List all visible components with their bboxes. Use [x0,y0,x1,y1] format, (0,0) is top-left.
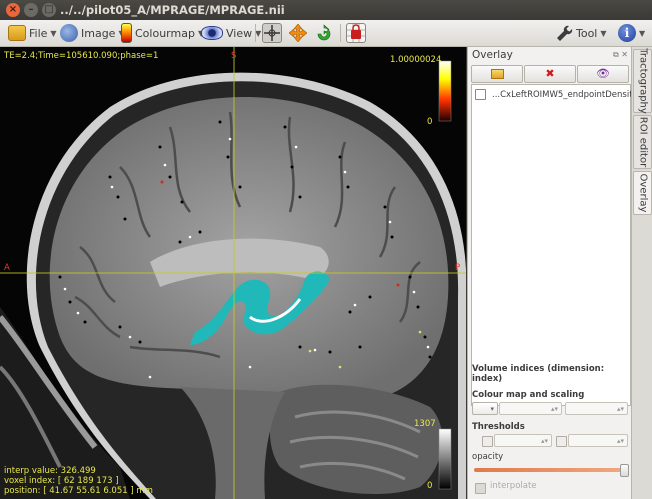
brain-icon [60,24,78,42]
voxel-index-readout: voxel index: [ 62 189 173 ] [4,476,119,486]
chevron-down-icon: ▼ [639,28,646,38]
orientation-right-label: P [455,263,461,273]
info-icon: i [618,24,636,42]
acquisition-info: TE=2.4;Time=105610.090;phase=1 [4,51,159,61]
toggle-overlay-visibility-button[interactable]: 👁 [577,65,629,83]
overlay-colorbar [438,60,452,122]
colorbar-top-min: 0 [427,117,433,127]
overlay-filename: ...CxLeftROIMW5_endpointDensity.mif [492,89,652,100]
side-tab-bar: Tractography ROI editor Overlay [631,47,652,499]
file-menu-button[interactable]: File ▼ [8,22,57,44]
upper-threshold-checkbox[interactable] [556,436,567,447]
minimize-window-button[interactable]: – [24,3,38,17]
image-viewport[interactable]: TE=2.4;Time=105610.090;phase=1 S A P 1.0… [0,47,466,499]
colour-map-label: Colour map and scaling [472,390,585,400]
main-toolbar: File ▼ Image ▼ Colourmap ▼ View ▼ [0,20,652,47]
crosshair-tool-button[interactable] [262,22,282,44]
rotate-tool-button[interactable] [315,22,333,44]
position-readout: position: [ 41.67 55.61 6.051 ] mm [4,486,153,496]
open-overlay-button[interactable] [471,65,523,83]
orientation-left-label: A [4,263,10,273]
opacity-slider[interactable] [474,464,629,477]
colorbar-bottom-max: 1307 [414,419,436,429]
overlay-list-item[interactable]: ...CxLeftROIMW5_endpointDensity.mif [475,89,652,100]
orientation-top-label: S [231,51,237,61]
pan-tool-button[interactable] [288,22,308,44]
move-arrows-icon [288,23,308,43]
crosshair-icon [262,23,282,43]
opacity-slider-handle[interactable] [620,464,629,477]
snap-to-image-button[interactable] [346,22,366,44]
colorbar-top-max: 1.00000024 [390,55,442,65]
scaling-max-input[interactable]: ▴▾ [565,402,628,415]
close-window-button[interactable]: × [6,3,20,17]
thresholds-label: Thresholds [472,422,525,432]
grid-lock-icon [346,23,366,43]
tab-roi-editor[interactable]: ROI editor [633,115,652,169]
lower-threshold-checkbox[interactable] [482,436,493,447]
view-menu-button[interactable]: View ▼ [201,22,261,44]
opacity-label: opacity [472,452,504,462]
red-x-icon: ✖ [545,67,555,80]
colourmap-icon [121,23,132,43]
overlay-list[interactable]: ...CxLeftROIMW5_endpointDensity.mif [471,84,652,406]
tab-tractography[interactable]: Tractography [633,48,652,114]
chevron-down-icon: ▼ [255,28,262,38]
eye-icon: 👁 [596,67,610,80]
rotate-icon [315,24,333,42]
chevron-down-icon: ▼ [600,28,607,38]
panel-title: Overlay [472,49,513,61]
chevron-down-icon: ▼ [50,28,57,38]
folder-open-icon [490,69,504,79]
wrench-icon [555,24,573,42]
image-menu-button[interactable]: Image ▼ [60,22,125,44]
image-colorbar [438,428,452,490]
panel-window-buttons[interactable]: ⧉ ✕ [613,50,628,60]
scaling-min-input[interactable]: ▴▾ [499,402,562,415]
volume-indices-label: Volume indices (dimension: index) [472,364,605,384]
maximize-window-button[interactable]: □ [42,3,56,17]
interpolate-label: interpolate [490,481,537,491]
lower-threshold-input[interactable]: ▴▾ [494,434,552,447]
colorbar-bottom-min: 0 [427,481,433,491]
close-overlay-button[interactable]: ✖ [524,65,576,83]
upper-threshold-input[interactable]: ▴▾ [568,434,628,447]
overlay-panel: Overlay ⧉ ✕ ✖ 👁 ...CxLeftROIMW5_endpoint… [467,47,652,499]
window-title: ../../pilot05_A/MPRAGE/MPRAGE.nii [60,3,285,17]
interpolate-checkbox[interactable] [475,483,486,494]
tab-overlay[interactable]: Overlay [633,171,652,215]
mri-slice[interactable] [0,47,466,499]
eye-icon [201,26,223,40]
info-menu-button[interactable]: i ▼ [618,22,645,44]
interp-value-readout: interp value: 326.499 [4,466,96,476]
colourmap-select[interactable]: ▾ [472,402,498,415]
colourmap-menu-button[interactable]: Colourmap ▼ [121,22,204,44]
title-bar: × – □ ../../pilot05_A/MPRAGE/MPRAGE.nii [0,0,652,20]
tool-menu-button[interactable]: Tool ▼ [555,22,607,44]
folder-icon [8,25,26,41]
overlay-visibility-checkbox[interactable] [475,89,486,100]
